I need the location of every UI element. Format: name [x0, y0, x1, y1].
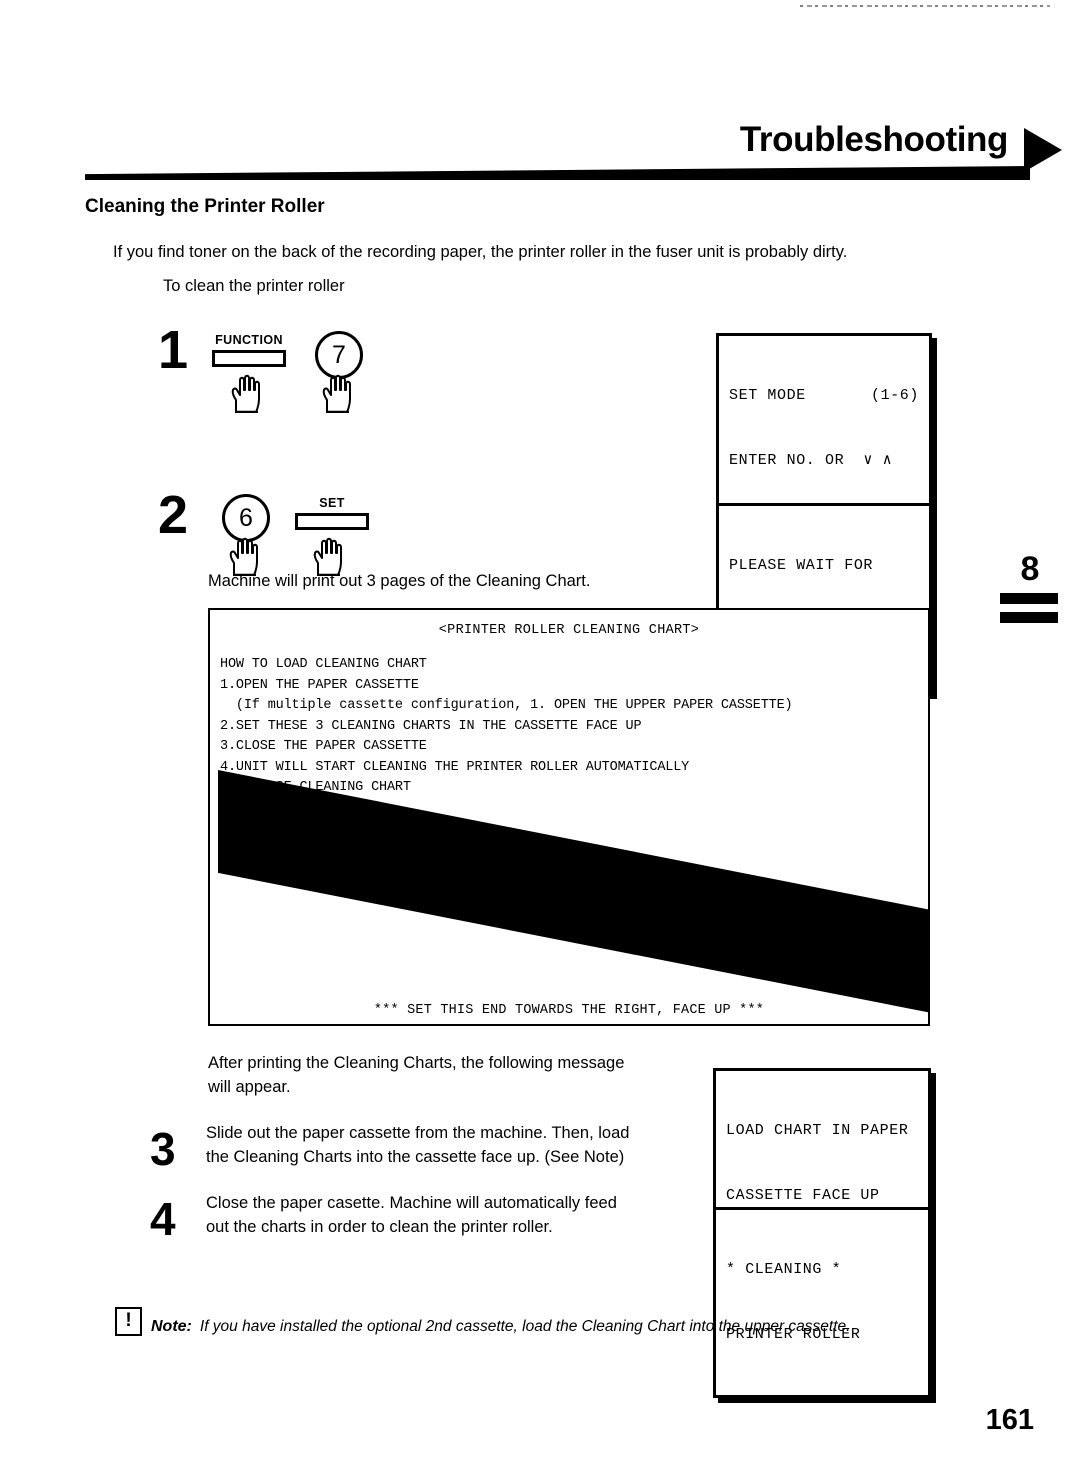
function-key[interactable]: FUNCTION — [212, 334, 286, 367]
after-print-line-2: will appear. — [208, 1077, 291, 1096]
chapter-number: 8 — [1020, 550, 1040, 588]
set-key-label: SET — [319, 496, 345, 510]
after-print-line-1: After printing the Cleaning Charts, the … — [208, 1054, 625, 1072]
step-2-caption: Machine will print out 3 pages of the Cl… — [208, 572, 591, 590]
function-key-cap[interactable] — [212, 349, 286, 367]
chapter-tab-bar — [1000, 593, 1058, 604]
page-header: Troubleshooting — [0, 120, 1080, 190]
page-number: 161 — [985, 1404, 1034, 1436]
cleaning-chart-title: <PRINTER ROLLER CLEANING CHART> — [438, 623, 700, 638]
step-4-line-2: out the charts in order to clean the pri… — [206, 1217, 553, 1236]
lcd-line-2: ENTER NO. OR ∨ ∧ — [729, 451, 893, 469]
exclamation-mark-icon: ! — [115, 1307, 142, 1336]
step-4-line-1: Close the paper casette. Machine will au… — [206, 1194, 617, 1212]
step-3-number: 3 — [150, 1123, 176, 1175]
numeric-key-7-label: 7 — [332, 341, 346, 369]
step-3-line-1: Slide out the paper cassette from the ma… — [206, 1124, 630, 1142]
section-intro-text: If you find toner on the back of the rec… — [113, 243, 848, 261]
step-2-number: 2 — [158, 485, 189, 545]
function-key-label: FUNCTION — [215, 333, 283, 347]
lcd-line-2: CASSETTE FACE UP — [726, 1186, 880, 1204]
section-subintro-text: To clean the printer roller — [163, 277, 345, 295]
numeric-key-6-label: 6 — [239, 504, 253, 532]
manual-page: Troubleshooting Cleaning the Printer Rol… — [0, 0, 1080, 1469]
step-4-text: Close the paper casette. Machine will au… — [206, 1192, 617, 1240]
section-heading: Cleaning the Printer Roller — [85, 196, 325, 217]
scan-artifact-line — [800, 5, 1050, 7]
cleaning-chart-footer: *** SET THIS END TOWARDS THE RIGHT, FACE… — [373, 1003, 765, 1018]
lcd-line-1-left: SET MODE — [729, 386, 806, 404]
lcd-line-1: LOAD CHART IN PAPER — [726, 1121, 909, 1139]
cleaning-chart-black-band — [218, 770, 928, 1014]
chapter-tab-bar — [1000, 612, 1058, 623]
lcd-line-1: * CLEANING * — [726, 1260, 842, 1278]
lcd-display-step-4: * CLEANING * PRINTER ROLLER — [713, 1207, 931, 1398]
step-3-line-2: the Cleaning Charts into the cassette fa… — [206, 1147, 625, 1166]
note-label: Note: — [151, 1318, 192, 1335]
set-key[interactable]: SET — [295, 497, 369, 530]
step-1-number: 1 — [158, 320, 189, 380]
step-4-number: 4 — [150, 1193, 176, 1245]
note-block: ! Note: If you have installed the option… — [115, 1307, 850, 1336]
cleaning-chart-instructions: HOW TO LOAD CLEANING CHART 1.OPEN THE PA… — [220, 657, 793, 796]
after-print-paragraph: After printing the Cleaning Charts, the … — [208, 1052, 624, 1100]
step-3-text: Slide out the paper cassette from the ma… — [206, 1122, 629, 1170]
lcd-display-step-1: SET MODE (1-6) ENTER NO. OR ∨ ∧ — [716, 333, 932, 524]
set-key-cap[interactable] — [295, 512, 369, 530]
pointing-hand-icon — [322, 374, 351, 413]
note-text: If you have installed the optional 2nd c… — [199, 1318, 851, 1335]
chapter-tab-marker: 8 — [1000, 552, 1060, 623]
lcd-line-1: SET MODE (1-6) — [729, 385, 919, 407]
lcd-line-1: PLEASE WAIT FOR — [729, 556, 874, 574]
header-rule — [85, 166, 1030, 180]
pointing-hand-icon — [231, 374, 260, 413]
page-title: Troubleshooting — [739, 120, 1009, 159]
cleaning-chart-printout: <PRINTER ROLLER CLEANING CHART> HOW TO L… — [208, 608, 930, 1026]
lcd-line-1-right: (1-6) — [870, 386, 919, 404]
